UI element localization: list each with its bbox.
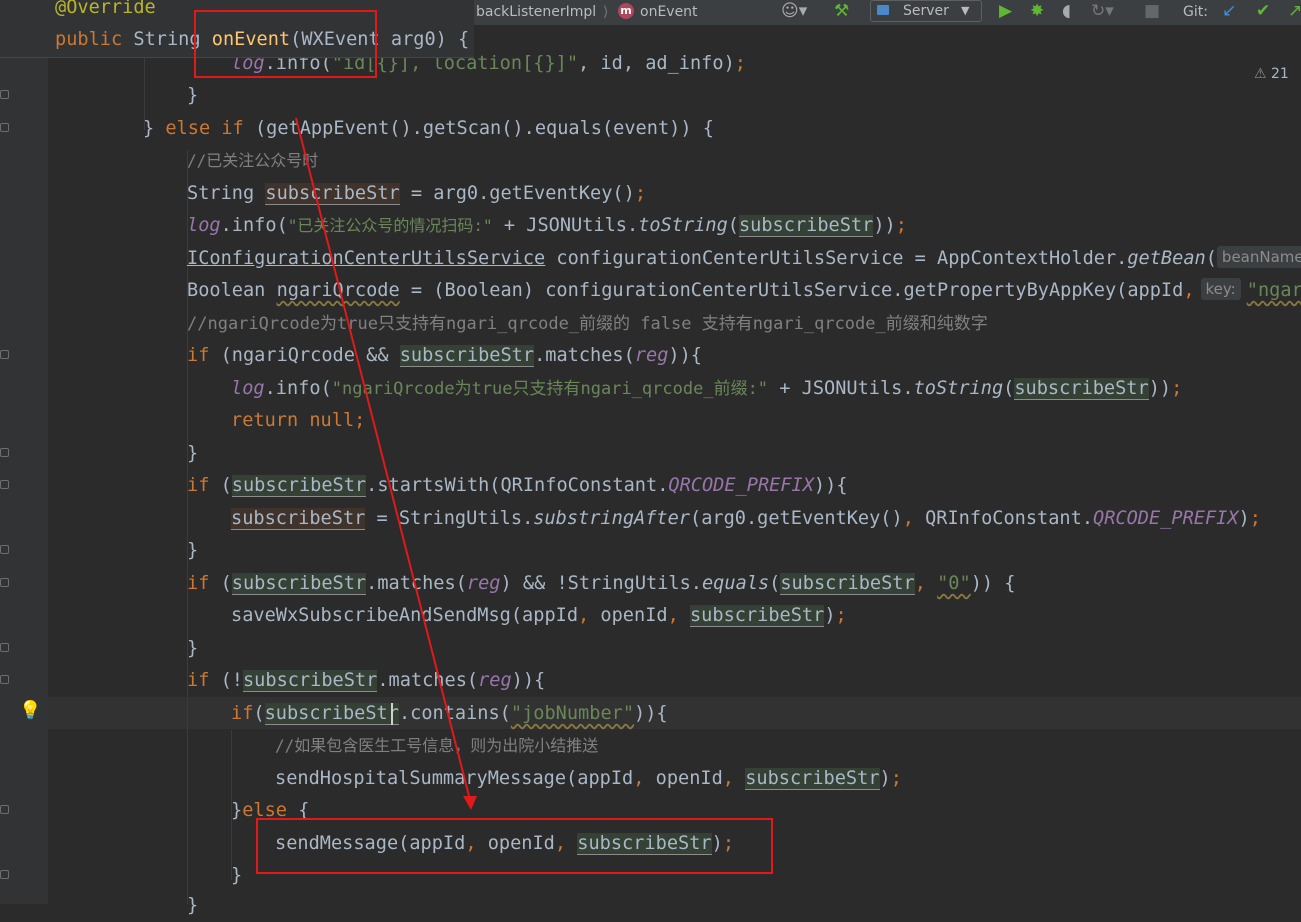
annotation-arrow [295, 117, 477, 810]
arrow-head [463, 796, 477, 810]
arrow-line [295, 117, 471, 801]
